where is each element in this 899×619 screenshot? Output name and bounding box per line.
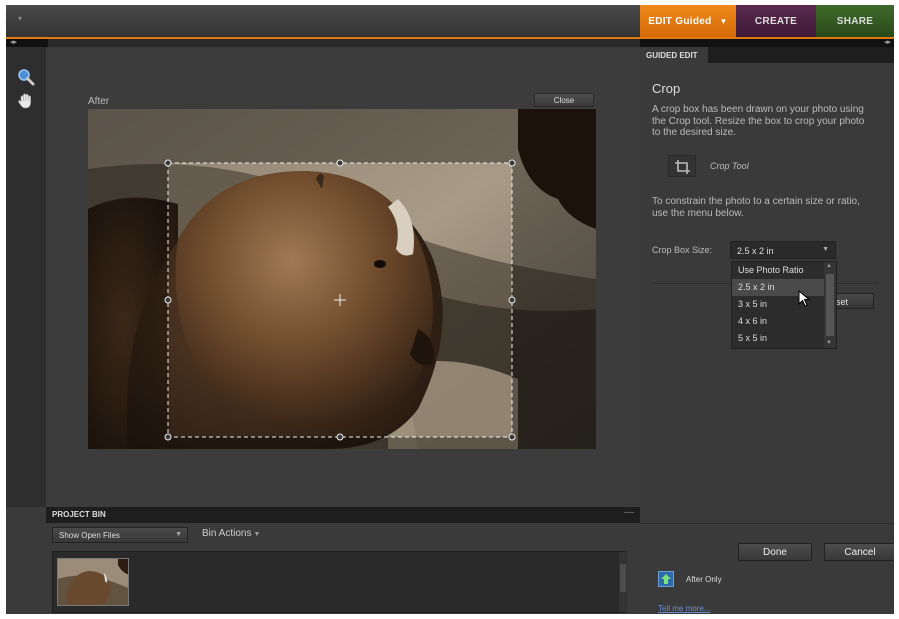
show-files-select[interactable]: Show Open Files ▼ (52, 527, 188, 543)
close-button-label: Close (553, 95, 575, 105)
chevron-down-icon: ▼ (822, 246, 829, 253)
option-label: 2.5 x 2 in (738, 282, 775, 292)
done-button-label: Done (763, 546, 787, 558)
collapse-bin-icon[interactable]: — (624, 507, 634, 518)
mouse-cursor-icon (798, 290, 811, 307)
dropdown-option-4x6[interactable]: 4 x 6 in (732, 313, 824, 330)
collapse-toolbox-icon[interactable]: ◂▸ (10, 38, 17, 46)
project-bin-controls: Show Open Files ▼ Bin Actions ▼ (46, 523, 640, 545)
option-label: 5 x 5 in (738, 333, 768, 343)
scroll-down-icon[interactable]: ▼ (826, 340, 832, 346)
grip-icon: ▾ (18, 14, 23, 23)
panel-header: ◂▸ (640, 39, 894, 47)
bin-actions-menu[interactable]: Bin Actions ▼ (202, 528, 260, 539)
photoshop-elements-window: ▾ EDIT Guided ▼ CREATE SHARE ◂▸ ◂▸ After… (6, 5, 894, 614)
crop-tool-label: Crop Tool (710, 161, 749, 171)
zoom-tool-icon[interactable] (16, 67, 36, 87)
divider (640, 523, 894, 524)
cancel-button[interactable]: Cancel (824, 543, 894, 561)
collapse-panel-icon[interactable]: ◂▸ (884, 38, 891, 46)
view-label: After (88, 96, 110, 107)
tab-create[interactable]: CREATE (736, 5, 816, 37)
tab-share[interactable]: SHARE (816, 5, 894, 37)
tell-me-more-link[interactable]: Tell me more... (658, 604, 710, 613)
dropdown-scrollbar[interactable]: ▲ ▼ (824, 262, 836, 348)
dropdown-option-5x5[interactable]: 5 x 5 in (732, 330, 824, 347)
crop-box-size-select[interactable]: 2.5 x 2 in ▼ (730, 241, 836, 259)
bin-scrollbar[interactable] (619, 552, 627, 612)
tab-guided-edit[interactable]: GUIDED EDIT (640, 47, 708, 63)
scroll-up-icon[interactable]: ▲ (826, 263, 832, 269)
crop-box-size-value: 2.5 x 2 in (737, 246, 774, 256)
view-mode-label: After Only (686, 575, 722, 584)
done-button[interactable]: Done (738, 543, 812, 561)
toolbox (6, 47, 46, 507)
after-only-view-icon[interactable] (658, 571, 674, 587)
show-files-value: Show Open Files (59, 531, 120, 540)
tab-edit-label: EDIT Guided (648, 15, 712, 27)
dropdown-option-use-photo-ratio[interactable]: Use Photo Ratio (732, 262, 824, 279)
crop-icon (675, 160, 690, 174)
cancel-button-label: Cancel (844, 546, 876, 558)
crop-box-size-label: Crop Box Size: (652, 245, 713, 255)
project-bin-header: PROJECT BIN — (46, 507, 640, 523)
toolbox-header: ◂▸ (6, 39, 640, 47)
project-bin-title: PROJECT BIN (52, 510, 106, 519)
crop-tool-button[interactable] (668, 155, 696, 177)
chevron-down-icon: ▼ (253, 531, 261, 538)
photo-thumbnail[interactable] (57, 558, 129, 606)
scrollbar-thumb[interactable] (620, 564, 626, 592)
close-button[interactable]: Close (534, 93, 594, 107)
top-menu-bar: ▾ EDIT Guided ▼ CREATE SHARE (6, 5, 894, 37)
workspace-tabs: EDIT Guided ▼ CREATE SHARE (640, 5, 894, 37)
project-bin-tray (52, 551, 627, 613)
panel-title: Crop (652, 81, 681, 96)
option-label: 3 x 5 in (738, 299, 768, 309)
tab-edit-guided[interactable]: EDIT Guided ▼ (640, 5, 736, 37)
crop-box[interactable] (88, 109, 596, 449)
tab-share-label: SHARE (836, 15, 874, 27)
scrollbar-thumb[interactable] (826, 274, 834, 336)
guided-edit-panel: GUIDED EDIT Crop A crop box has been dra… (640, 47, 894, 614)
constrain-instructions: To constrain the photo to a certain size… (652, 196, 860, 219)
panel-tab-bar: GUIDED EDIT (640, 47, 894, 63)
crop-description: A crop box has been drawn on your photo … (652, 104, 865, 138)
tab-create-label: CREATE (754, 15, 798, 27)
hand-tool-icon[interactable] (16, 91, 36, 111)
option-label: 4 x 6 in (738, 316, 768, 326)
dropdown-caret-icon: ▼ (719, 16, 728, 26)
bin-actions-label: Bin Actions (202, 528, 252, 539)
canvas-area: After Close (46, 47, 640, 507)
option-label: Use Photo Ratio (738, 265, 804, 275)
photo-canvas[interactable] (88, 109, 596, 449)
crop-size-dropdown: Use Photo Ratio 2.5 x 2 in 3 x 5 in 4 x … (731, 261, 837, 349)
tab-guided-edit-label: GUIDED EDIT (646, 51, 698, 60)
canvas-header-strip (48, 39, 640, 47)
chevron-down-icon: ▼ (175, 531, 182, 538)
